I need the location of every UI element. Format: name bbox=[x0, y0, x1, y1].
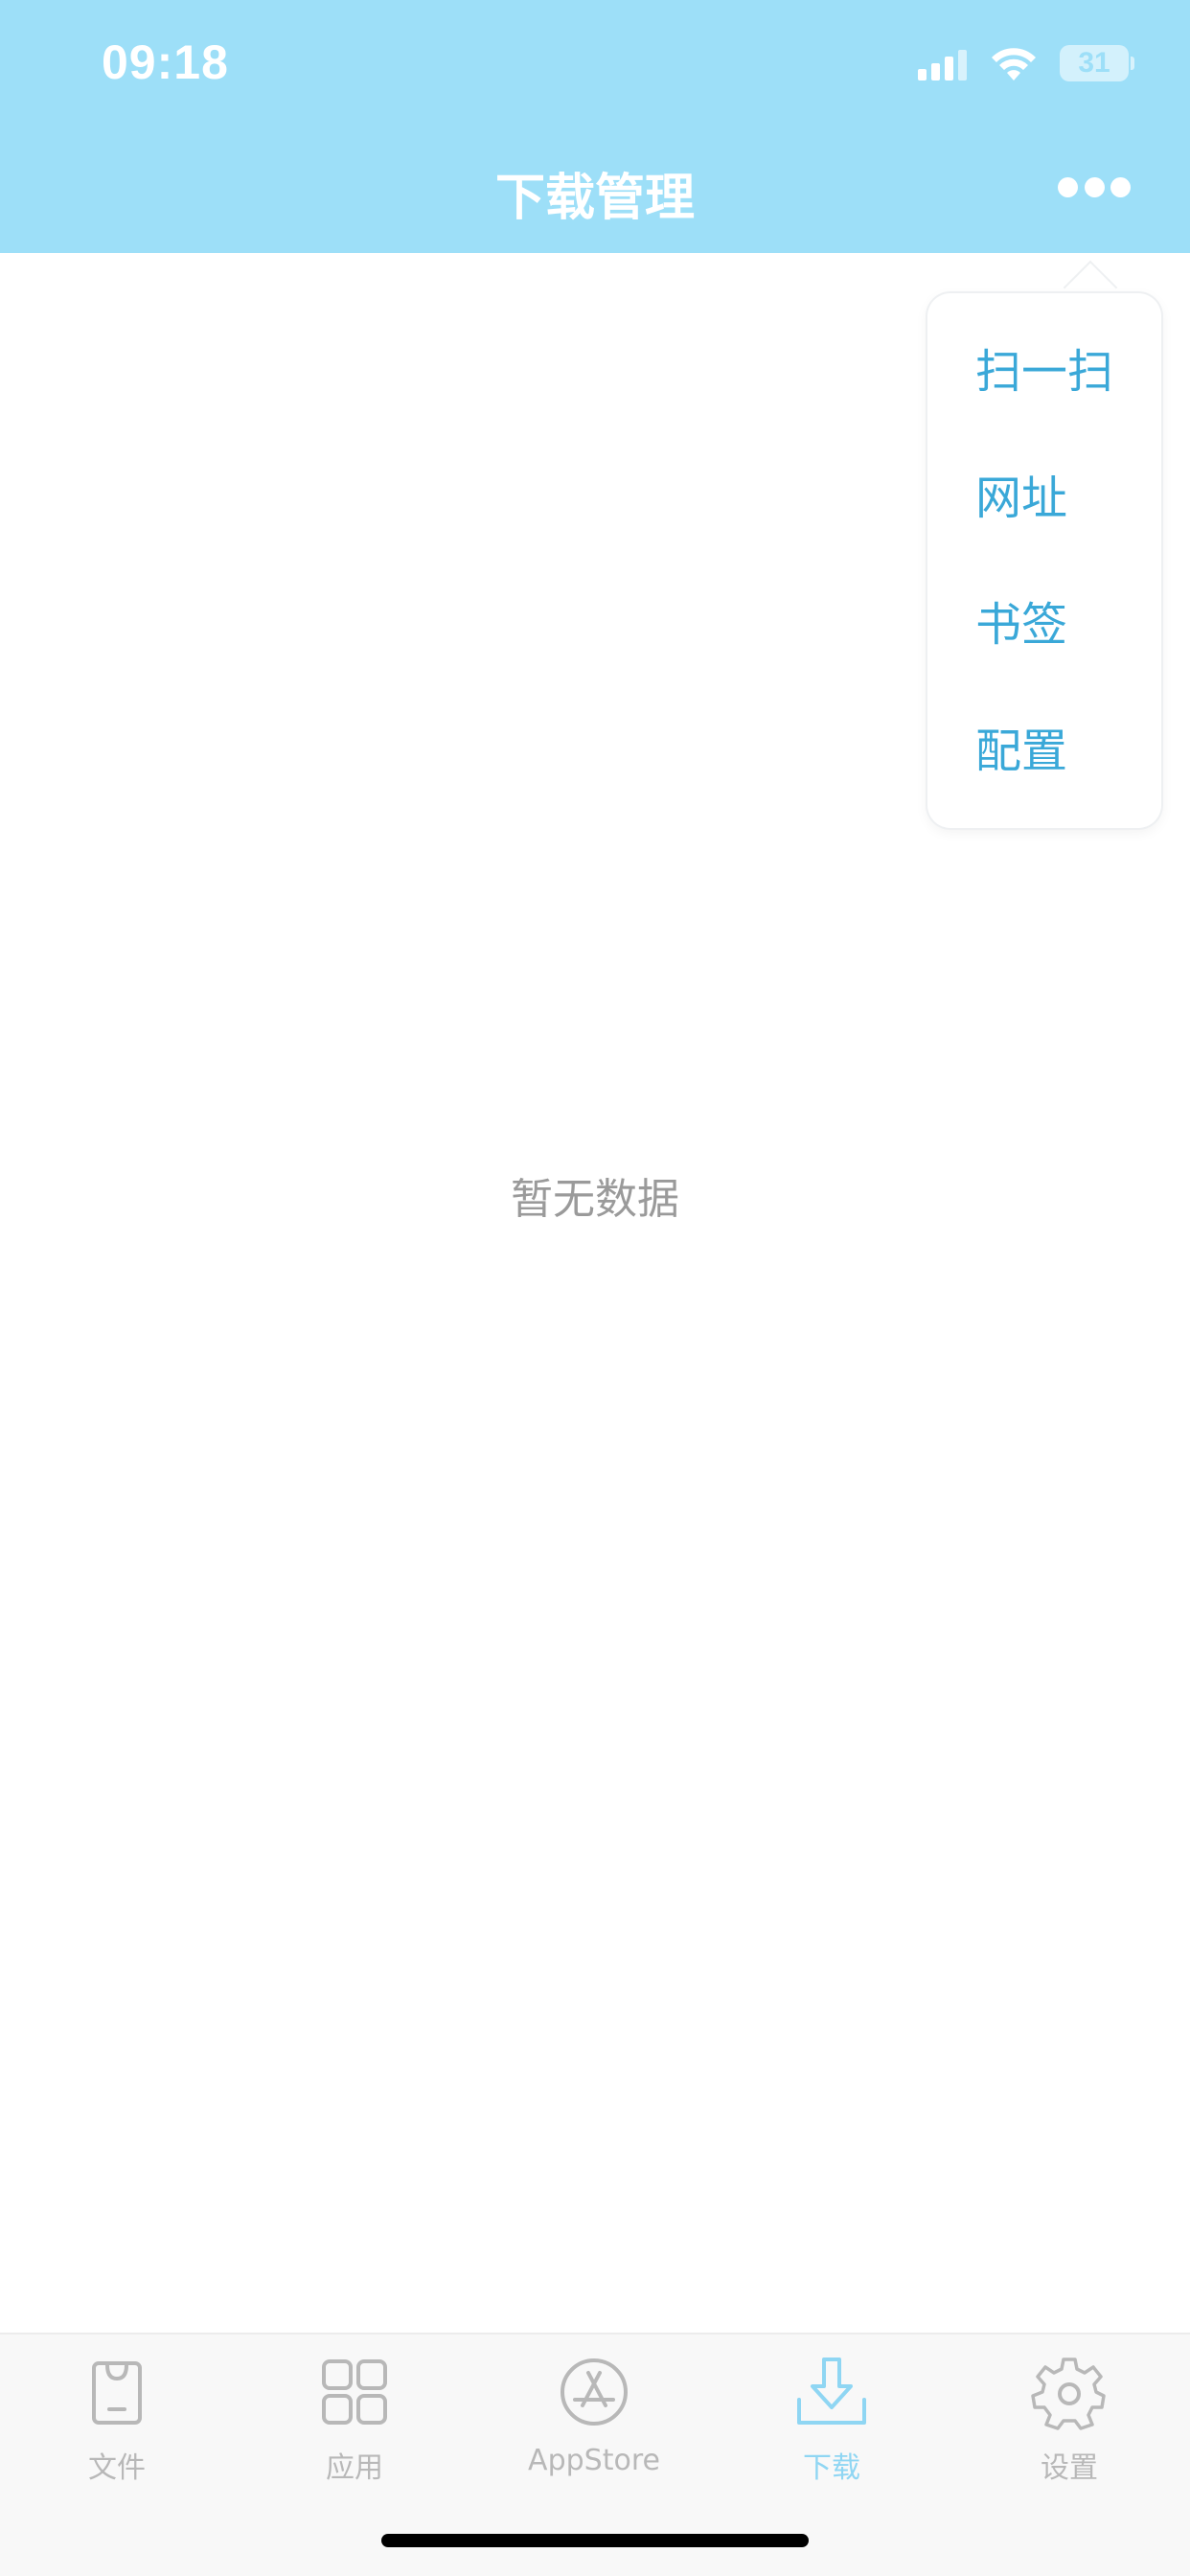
menu-item-config[interactable]: 配置 bbox=[975, 713, 1067, 790]
status-time: 09:18 bbox=[102, 35, 229, 89]
popup-menu: 扫一扫 网址 书签 配置 bbox=[927, 293, 1161, 828]
gear-icon bbox=[1031, 2358, 1106, 2430]
wifi-icon bbox=[992, 48, 1036, 80]
menu-item-bookmarks[interactable]: 书签 bbox=[975, 586, 1067, 663]
tab-appstore-label: AppStore bbox=[528, 2444, 660, 2477]
battery-level: 31 bbox=[1078, 47, 1110, 79]
more-options-icon[interactable] bbox=[1058, 172, 1131, 201]
home-indicator bbox=[381, 2534, 809, 2547]
tab-apps-label: 应用 bbox=[326, 2451, 383, 2485]
tab-apps[interactable]: 应用 bbox=[249, 2354, 460, 2497]
tab-settings[interactable]: 设置 bbox=[964, 2354, 1175, 2497]
file-bag-icon bbox=[92, 2361, 142, 2425]
empty-state-text: 暂无数据 bbox=[511, 1175, 679, 1224]
tab-appstore[interactable]: AppStore bbox=[489, 2354, 699, 2497]
cellular-signal-icon bbox=[918, 46, 968, 80]
download-icon bbox=[797, 2358, 866, 2425]
app-screen: 09:18 31 下载管理 扫一扫 网址 书签 配置 暂无数据 文件 应用 Ap… bbox=[0, 0, 1190, 2576]
header-bar: 09:18 31 下载管理 bbox=[0, 0, 1190, 253]
menu-item-url[interactable]: 网址 bbox=[975, 460, 1067, 537]
battery-icon: 31 bbox=[1060, 45, 1134, 81]
grid-apps-icon bbox=[322, 2359, 387, 2425]
appstore-icon bbox=[561, 2358, 628, 2426]
status-icons: 31 bbox=[918, 42, 1134, 84]
tab-download-label: 下载 bbox=[803, 2451, 860, 2485]
tab-settings-label: 设置 bbox=[1041, 2451, 1098, 2485]
menu-item-scan[interactable]: 扫一扫 bbox=[975, 334, 1113, 410]
tab-files[interactable]: 文件 bbox=[11, 2354, 222, 2497]
tab-download[interactable]: 下载 bbox=[726, 2354, 937, 2497]
page-title: 下载管理 bbox=[494, 170, 695, 227]
tab-files-label: 文件 bbox=[88, 2451, 146, 2485]
